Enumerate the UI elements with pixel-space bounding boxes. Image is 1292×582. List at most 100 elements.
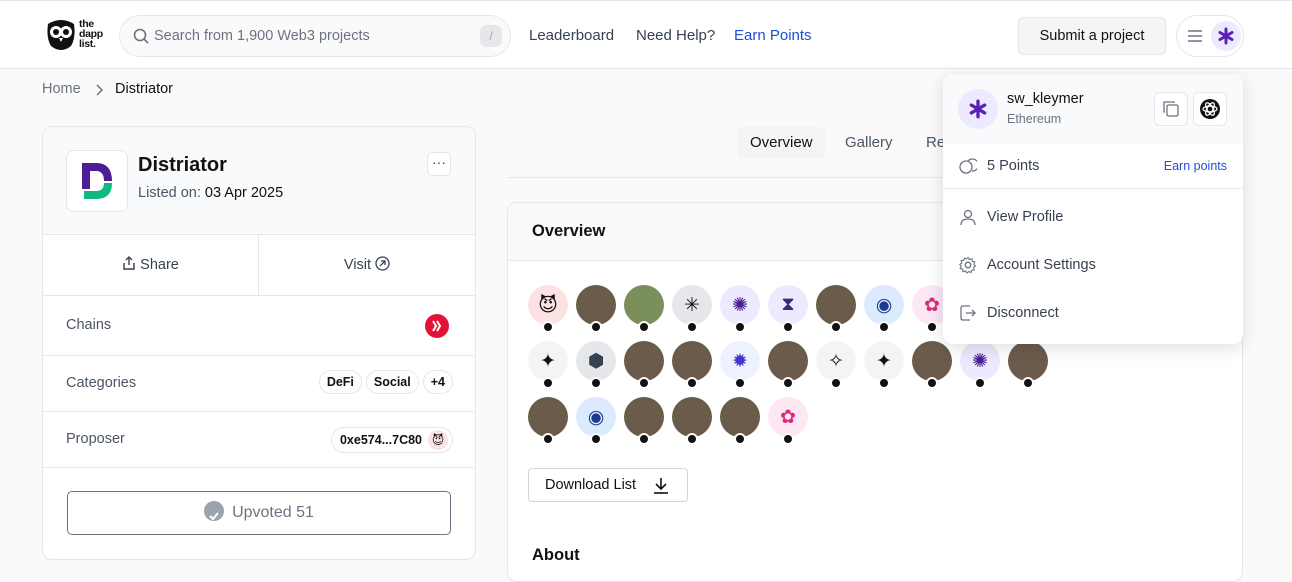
nav-need-help[interactable]: Need Help? [636,27,715,44]
upvote-badge-icon [830,377,842,389]
upvote-badge-icon [638,433,650,445]
coins-icon [959,158,977,174]
breadcrumb-home[interactable]: Home [42,81,81,97]
menu-item-account-settings[interactable]: Account Settings [959,256,1096,274]
menu-item-disconnect[interactable]: Disconnect [959,304,1059,322]
download-list-button[interactable]: Download List [528,468,688,502]
visit-button[interactable]: Visit [259,235,475,296]
disconnect-label: Disconnect [987,305,1059,321]
category-chip-more[interactable]: +4 [422,370,453,394]
person-photo[interactable] [576,285,616,333]
copy-address-button[interactable] [1154,92,1188,126]
about-heading: About [532,546,580,564]
asterisk-icon[interactable]: ✳ [672,285,712,333]
proposer-chip[interactable]: 0xe574...7C80 😈 [330,427,453,453]
person-photo[interactable] [720,397,760,445]
menu-item-view-profile[interactable]: View Profile [959,208,1063,226]
upvote-badge-icon [686,433,698,445]
check-circle-icon [204,500,225,521]
upvote-badge-icon [542,321,554,333]
project-card-header: Distriator Listed on: 03 Apr 2025 ··· [43,127,475,235]
project-logo [66,150,128,212]
sunburst-icon[interactable]: ✹ [720,341,760,389]
person-photo[interactable] [672,341,712,389]
points-display: 5 Points [959,157,1039,175]
tab-overview[interactable]: Overview [738,127,825,159]
download-icon [654,478,668,494]
upvote-label: Upvoted 51 [232,504,314,521]
share-label: Share [140,257,179,273]
tab-gallery[interactable]: Gallery [833,127,905,159]
ring-icon[interactable]: ◉ [576,397,616,445]
starburst-icon[interactable]: ✺ [960,341,1000,389]
network-icon [1200,99,1220,119]
upvote-badge-icon [590,377,602,389]
dropdown-user-section: sw_kleymer Ethereum [943,74,1243,144]
upvote-badge-icon [638,377,650,389]
person-photo[interactable] [624,341,664,389]
copy-icon [1163,101,1179,117]
user-avatar [1211,21,1241,51]
dropdown-username: sw_kleymer [1007,91,1084,107]
hive-chain-icon[interactable] [425,314,449,338]
person-photo[interactable] [624,397,664,445]
category-chip-defi[interactable]: DeFi [318,370,362,394]
more-options-button[interactable]: ··· [427,152,451,176]
upvote-badge-icon [734,321,746,333]
star-icon[interactable]: ✦ [528,341,568,389]
chains-row: Chains [43,296,475,356]
category-chip-social[interactable]: Social [365,370,419,394]
upvote-badge-icon [926,321,938,333]
upvote-badge-icon [542,377,554,389]
person-photo[interactable] [768,341,808,389]
external-link-icon [375,256,390,271]
person-photo[interactable] [528,397,568,445]
project-title: Distriator [138,154,227,176]
devil-avatar[interactable]: 😈 [528,285,568,333]
upvote-badge-icon [542,433,554,445]
upvote-badge-icon [878,377,890,389]
account-settings-label: Account Settings [987,257,1096,273]
chevron-right-icon [96,84,104,96]
share-button[interactable]: Share [43,235,259,296]
earn-points-link[interactable]: Earn points [1164,159,1227,173]
points-row: 5 Points Earn points [943,144,1243,189]
ethereum-network-button[interactable] [1193,92,1227,126]
nature-photo[interactable] [624,285,664,333]
gear-icon [959,256,977,274]
person-photo[interactable] [816,285,856,333]
upvote-badge-icon [686,321,698,333]
user-menu-button[interactable] [1176,15,1244,57]
upvote-button[interactable]: Upvoted 51 [67,491,451,535]
star-icon[interactable]: ✦ [864,341,904,389]
dapplist-logo[interactable]: the dapp list. [45,18,107,54]
visit-label: Visit [343,257,372,273]
listed-on: Listed on: 03 Apr 2025 [138,185,283,201]
logo-word-3: list. [79,38,96,50]
upvote-badge-icon [782,377,794,389]
person-photo[interactable] [912,341,952,389]
proposer-avatar: 😈 [428,430,448,450]
upvote-badge-icon [686,377,698,389]
upvote-badge-icon [638,321,650,333]
download-label: Download List [545,477,637,493]
upvote-badge-icon [830,321,842,333]
hourglass-icon[interactable]: ⧗ [768,285,808,333]
search-input[interactable]: Search from 1,900 Web3 projects / [119,15,511,57]
person-photo[interactable] [672,397,712,445]
category-chips: DeFi Social +4 [315,370,453,394]
upvote-badge-icon [926,377,938,389]
submit-project-button[interactable]: Submit a project [1018,17,1166,55]
person-photo[interactable] [1008,341,1048,389]
flower-icon[interactable]: ✿ [768,397,808,445]
sparkle-icon[interactable]: ✧ [816,341,856,389]
upvote-badge-icon [590,433,602,445]
search-shortcut-key: / [480,25,502,47]
starburst-icon[interactable]: ✺ [720,285,760,333]
points-value: 5 Points [987,158,1040,174]
dropdown-chain: Ethereum [1007,112,1062,126]
blob-icon[interactable]: ⬢ [576,341,616,389]
ring-icon[interactable]: ◉ [864,285,904,333]
nav-earn-points[interactable]: Earn Points [734,27,812,44]
nav-leaderboard[interactable]: Leaderboard [529,27,614,44]
